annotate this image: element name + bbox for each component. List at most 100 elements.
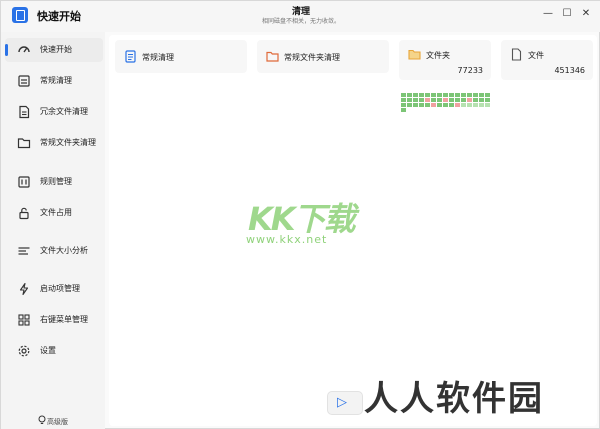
sidebar-item-label: 常规文件夹清理 xyxy=(40,138,96,147)
play-icon: ▷ xyxy=(337,395,347,410)
startup-icon xyxy=(19,282,29,296)
card-folders-count[interactable]: 文件夹 77233 xyxy=(399,40,491,80)
sidebar-item-label: 快速开始 xyxy=(40,45,72,54)
grid-cell xyxy=(479,103,484,107)
grid-cell xyxy=(455,103,460,107)
grid-cell xyxy=(461,103,466,107)
grid-cell xyxy=(401,93,406,97)
document-icon xyxy=(125,50,136,63)
grid-cell xyxy=(443,103,448,107)
grid-cell xyxy=(425,93,430,97)
sidebar-item-size-analysis[interactable]: 文件大小分析 xyxy=(5,239,103,263)
grid-cell xyxy=(461,93,466,97)
minimize-button[interactable]: — xyxy=(542,8,554,20)
grid-cell xyxy=(413,93,418,97)
grid-cell xyxy=(485,93,490,97)
app-window: 快速开始 清理 相同磁盘不相关，无力收敛。 — ☐ ✕ 快速开始 常规清理 冗余… xyxy=(0,0,600,429)
sidebar-item-label: 右键菜单管理 xyxy=(40,315,88,324)
grid-cell xyxy=(461,98,466,102)
grid-cell xyxy=(443,93,448,97)
grid-cell xyxy=(425,103,430,107)
clean-icon xyxy=(18,75,30,87)
sidebar-item-general-clean[interactable]: 常规清理 xyxy=(5,69,103,93)
sidebar-item-settings[interactable]: 设置 xyxy=(5,339,103,363)
sidebar-item-label: 冗余文件清理 xyxy=(40,107,88,116)
app-logo-icon xyxy=(12,7,28,23)
card-folder-clean[interactable]: 常规文件夹清理 xyxy=(257,40,389,73)
sidebar-item-label: 设置 xyxy=(40,346,56,355)
grid-cell xyxy=(467,98,472,102)
folder-count: 77233 xyxy=(457,66,483,75)
card-general-clean[interactable]: 常规清理 xyxy=(115,40,247,73)
folder-icon xyxy=(266,51,279,62)
folder-icon xyxy=(408,49,421,60)
sidebar-item-quick-start[interactable]: 快速开始 xyxy=(5,38,103,62)
sidebar-item-startup[interactable]: 启动项管理 xyxy=(5,277,103,301)
sidebar-item-redundant-files[interactable]: 冗余文件清理 xyxy=(5,100,103,124)
bulb-icon xyxy=(38,415,46,424)
page-subtitle: 相同磁盘不相关，无力收敛。 xyxy=(261,18,340,25)
grid-cell xyxy=(485,103,490,107)
app-title: 快速开始 xyxy=(37,10,81,23)
grid-cell xyxy=(473,103,478,107)
grid-cell xyxy=(407,103,412,107)
card-files-count[interactable]: 文件 451346 xyxy=(501,40,593,80)
sidebar-item-file-lock[interactable]: 文件占用 xyxy=(5,201,103,225)
file-icon xyxy=(511,48,522,61)
maximize-button[interactable]: ☐ xyxy=(561,8,573,20)
grid-cell xyxy=(419,103,424,107)
grid-cell xyxy=(455,93,460,97)
grid-cell xyxy=(431,103,436,107)
grid-cell xyxy=(449,93,454,97)
file-count: 451346 xyxy=(554,66,585,75)
card-label: 文件 xyxy=(528,51,544,60)
gear-icon xyxy=(18,345,30,357)
start-button[interactable]: ▷ xyxy=(327,391,363,415)
grid-cell xyxy=(449,103,454,107)
lock-icon xyxy=(19,207,29,220)
grid-cell xyxy=(485,98,490,102)
grid-cell xyxy=(479,98,484,102)
card-label: 常规文件夹清理 xyxy=(284,53,340,62)
grid-cell xyxy=(443,98,448,102)
grid-cell xyxy=(401,98,406,102)
active-indicator xyxy=(5,44,8,56)
grid-cell xyxy=(431,98,436,102)
grid-cell xyxy=(473,93,478,97)
file-icon xyxy=(19,105,30,119)
grid-cell xyxy=(425,98,430,102)
rules-icon xyxy=(18,176,30,188)
grid-cell xyxy=(413,103,418,107)
sidebar-item-context-menu[interactable]: 右键菜单管理 xyxy=(5,308,103,332)
close-button[interactable]: ✕ xyxy=(580,8,592,20)
watermark-corner: 人人软件园 xyxy=(364,379,544,419)
grid-cell xyxy=(431,93,436,97)
menu-icon xyxy=(18,314,30,326)
bars-icon xyxy=(18,247,30,255)
card-label: 文件夹 xyxy=(426,51,450,60)
grid-cell xyxy=(401,103,406,107)
folder-icon xyxy=(17,138,31,149)
sidebar-item-label: 常规清理 xyxy=(40,76,72,85)
grid-cell xyxy=(413,98,418,102)
sidebar-item-rules[interactable]: 规则管理 xyxy=(5,170,103,194)
grid-cell xyxy=(467,103,472,107)
watermark-url: www.kkx.net xyxy=(246,233,328,246)
grid-cell xyxy=(419,98,424,102)
sidebar-item-label: 启动项管理 xyxy=(40,284,80,293)
grid-cell xyxy=(401,108,406,112)
grid-cell xyxy=(473,98,478,102)
grid-cell xyxy=(437,98,442,102)
sidebar-item-label: 文件大小分析 xyxy=(40,246,88,255)
grid-cell xyxy=(437,93,442,97)
grid-cell xyxy=(467,93,472,97)
grid-cell xyxy=(455,98,460,102)
sidebar: 快速开始 常规清理 冗余文件清理 常规文件夹清理 规则管理 文件占用 文件大小分… xyxy=(1,32,105,429)
grid-cell xyxy=(479,93,484,97)
dashboard-icon xyxy=(18,46,30,53)
version-label[interactable]: 高级版 xyxy=(47,417,68,427)
grid-cell xyxy=(437,103,442,107)
sidebar-item-folder-clean[interactable]: 常规文件夹清理 xyxy=(5,131,103,155)
grid-cell xyxy=(449,98,454,102)
grid-cell xyxy=(419,93,424,97)
